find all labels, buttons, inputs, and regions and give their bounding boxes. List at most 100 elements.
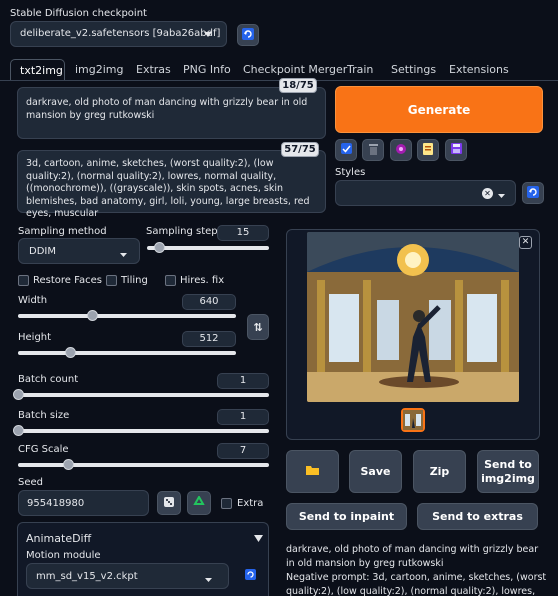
generate-button[interactable]: Generate: [335, 86, 543, 133]
tab-png-info[interactable]: PNG Info: [183, 63, 231, 76]
extra-networks-button[interactable]: [390, 139, 412, 161]
prompt-textarea[interactable]: darkrave, old photo of man dancing with …: [17, 87, 326, 139]
restore-faces-label: Restore Faces: [33, 275, 102, 286]
batch-count-knob[interactable]: [13, 389, 24, 400]
batch-count-slider[interactable]: [13, 389, 269, 400]
generated-image[interactable]: [307, 232, 519, 402]
refresh-icon: [244, 569, 256, 583]
tab-settings[interactable]: Settings: [391, 63, 436, 76]
clear-prompt-button[interactable]: [362, 139, 384, 161]
save-style-button[interactable]: [445, 139, 467, 161]
animatediff-title[interactable]: AnimateDiff: [26, 532, 91, 545]
batch-count-input[interactable]: 1: [217, 373, 269, 389]
batch-size-input[interactable]: 1: [217, 409, 269, 425]
dropdown-chevron-icon: [498, 191, 505, 202]
zip-button[interactable]: Zip: [413, 450, 466, 493]
hires-fix-checkbox[interactable]: [165, 275, 176, 286]
refresh-icon: [527, 185, 539, 201]
swap-icon: ⇅: [253, 320, 263, 334]
paste-button[interactable]: [335, 139, 357, 161]
height-input[interactable]: 512: [182, 331, 236, 347]
refresh-motion-module-button[interactable]: [240, 566, 260, 586]
send-to-extras-button[interactable]: Send to extras: [417, 503, 538, 530]
batch-count-label: Batch count: [18, 374, 79, 385]
tab-extras[interactable]: Extras: [136, 63, 171, 76]
seed-input[interactable]: 955418980: [18, 490, 149, 516]
swap-dimensions-button[interactable]: ⇅: [247, 314, 269, 340]
generation-info: darkrave, old photo of man dancing with …: [286, 543, 548, 596]
extra-seed-checkbox[interactable]: [221, 498, 232, 509]
prompt-token-counter: 18/75: [279, 78, 317, 93]
motion-module-label: Motion module: [26, 550, 101, 561]
batch-size-knob[interactable]: [13, 425, 24, 436]
tab-img2img[interactable]: img2img: [75, 63, 124, 76]
animatediff-panel: AnimateDiff Motion module mm_sd_v15_v2.c…: [17, 522, 269, 596]
tab-txt2img[interactable]: txt2img: [10, 59, 65, 81]
negative-prompt-token-counter: 57/75: [281, 142, 319, 157]
width-input[interactable]: 640: [182, 294, 236, 310]
close-icon[interactable]: ✕: [519, 236, 532, 249]
tiling-label: Tiling: [121, 275, 148, 286]
sampling-steps-slider[interactable]: [147, 242, 269, 253]
dropdown-chevron-icon: [205, 575, 212, 586]
folder-icon: [306, 465, 319, 478]
sampling-steps-knob[interactable]: [154, 242, 166, 253]
dropdown-chevron-icon: [204, 30, 212, 41]
width-slider[interactable]: [18, 310, 236, 321]
refresh-checkpoint-button[interactable]: [237, 24, 259, 46]
checkpoint-label: Stable Diffusion checkpoint: [10, 8, 147, 19]
image-output-panel: ✕: [286, 229, 540, 440]
extra-seed-label: Extra: [237, 498, 264, 509]
tab-train[interactable]: Train: [347, 63, 373, 76]
height-knob[interactable]: [65, 347, 77, 358]
dropdown-chevron-icon: [120, 250, 127, 261]
checkpoint-dropdown[interactable]: deliberate_v2.safetensors [9aba26abdf]: [10, 21, 227, 47]
refresh-styles-button[interactable]: [522, 182, 544, 204]
collapse-triangle-icon[interactable]: [254, 534, 263, 545]
cfg-scale-label: CFG Scale: [18, 444, 69, 455]
style-icon: [395, 143, 407, 158]
checkpoint-value: deliberate_v2.safetensors [9aba26abdf]: [20, 28, 221, 39]
hires-fix-label: Hires. fix: [180, 275, 225, 286]
sampling-method-value: DDIM: [29, 246, 56, 257]
negative-prompt-text: 3d, cartoon, anime, sketches, (worst qua…: [26, 158, 310, 219]
motion-module-value: mm_sd_v15_v2.ckpt: [36, 571, 138, 582]
sampling-steps-input[interactable]: 15: [217, 225, 269, 241]
sampling-steps-label: Sampling steps: [146, 226, 223, 237]
trash-icon: [368, 143, 379, 158]
tab-checkpoint-merger[interactable]: Checkpoint Merger: [243, 63, 347, 76]
restore-faces-checkbox[interactable]: [18, 275, 29, 286]
seed-value: 955418980: [27, 498, 85, 509]
cfg-scale-slider[interactable]: [18, 459, 269, 470]
dice-icon: [163, 496, 175, 511]
sampling-method-dropdown[interactable]: DDIM: [18, 238, 140, 264]
clipboard-icon: [423, 142, 433, 158]
random-seed-button[interactable]: [157, 491, 181, 515]
width-knob[interactable]: [87, 310, 99, 321]
height-slider[interactable]: [18, 347, 236, 358]
send-to-inpaint-button[interactable]: Send to inpaint: [286, 503, 407, 530]
paste-icon: [340, 143, 352, 157]
styles-dropdown[interactable]: ✕: [335, 180, 516, 206]
tab-extensions[interactable]: Extensions: [449, 63, 509, 76]
apply-style-button[interactable]: [417, 139, 439, 161]
batch-size-label: Batch size: [18, 410, 70, 421]
tiling-checkbox[interactable]: [106, 275, 117, 286]
generation-info-prompt: darkrave, old photo of man dancing with …: [286, 544, 539, 569]
image-thumbnail[interactable]: [401, 408, 425, 432]
height-label: Height: [18, 332, 52, 343]
refresh-icon: [242, 27, 254, 43]
cfg-scale-input[interactable]: 7: [217, 443, 269, 459]
batch-size-slider[interactable]: [13, 425, 269, 436]
seed-label: Seed: [18, 477, 43, 488]
save-button[interactable]: Save: [349, 450, 402, 493]
close-icon[interactable]: ✕: [482, 188, 493, 199]
reuse-seed-button[interactable]: [187, 491, 211, 515]
negative-prompt-textarea[interactable]: 3d, cartoon, anime, sketches, (worst qua…: [17, 150, 326, 219]
motion-module-dropdown[interactable]: mm_sd_v15_v2.ckpt: [26, 563, 229, 589]
open-folder-button[interactable]: [286, 450, 339, 493]
save-icon: [450, 143, 462, 157]
width-label: Width: [18, 295, 48, 306]
send-to-img2img-button[interactable]: Send to img2img: [477, 450, 539, 493]
cfg-scale-knob[interactable]: [63, 459, 75, 470]
